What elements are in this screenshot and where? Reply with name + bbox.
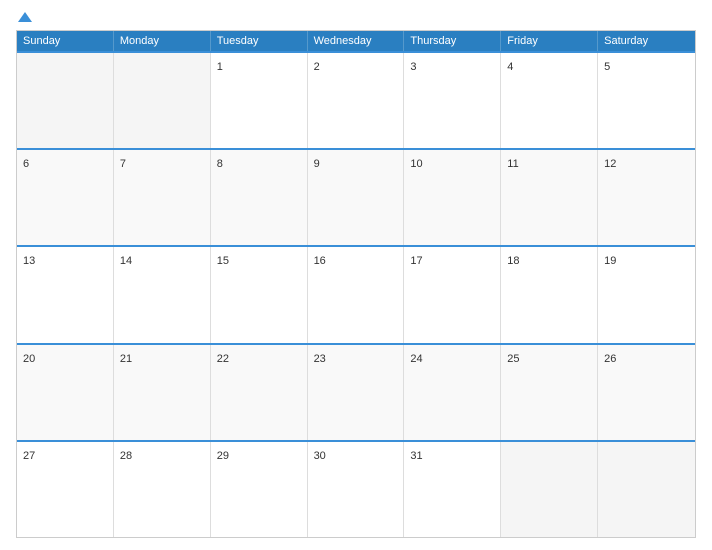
day-number: 3 (410, 61, 416, 73)
day-header-tuesday: Tuesday (211, 31, 308, 51)
day-cell: 13 (17, 247, 114, 342)
day-header-monday: Monday (114, 31, 211, 51)
day-number: 1 (217, 61, 223, 73)
day-headers-row: SundayMondayTuesdayWednesdayThursdayFrid… (17, 31, 695, 51)
day-cell: 20 (17, 345, 114, 440)
day-cell: 12 (598, 150, 695, 245)
day-number: 25 (507, 353, 519, 365)
day-number: 2 (314, 61, 320, 73)
day-number: 23 (314, 353, 326, 365)
header (16, 12, 696, 22)
day-header-wednesday: Wednesday (308, 31, 405, 51)
day-cell: 8 (211, 150, 308, 245)
day-number: 27 (23, 450, 35, 462)
day-cell (17, 53, 114, 148)
day-cell (501, 442, 598, 537)
day-cell: 16 (308, 247, 405, 342)
weeks-container: 1234567891011121314151617181920212223242… (17, 51, 695, 537)
day-cell: 5 (598, 53, 695, 148)
day-cell: 27 (17, 442, 114, 537)
day-cell: 19 (598, 247, 695, 342)
day-header-sunday: Sunday (17, 31, 114, 51)
day-cell: 18 (501, 247, 598, 342)
day-cell: 21 (114, 345, 211, 440)
day-number: 10 (410, 158, 422, 170)
day-cell: 30 (308, 442, 405, 537)
day-header-thursday: Thursday (404, 31, 501, 51)
day-cell: 7 (114, 150, 211, 245)
day-cell: 23 (308, 345, 405, 440)
day-number: 15 (217, 255, 229, 267)
week-row-2: 6 7 8 9 10 11 12 (17, 148, 695, 245)
day-number: 4 (507, 61, 513, 73)
week-row-5: 27 28 29 30 31 (17, 440, 695, 537)
day-cell: 9 (308, 150, 405, 245)
day-number: 28 (120, 450, 132, 462)
day-number: 16 (314, 255, 326, 267)
day-cell: 14 (114, 247, 211, 342)
day-cell: 24 (404, 345, 501, 440)
day-cell: 2 (308, 53, 405, 148)
day-number: 26 (604, 353, 616, 365)
day-cell: 6 (17, 150, 114, 245)
logo-triangle-icon (18, 12, 32, 22)
page: SundayMondayTuesdayWednesdayThursdayFrid… (0, 0, 712, 550)
day-number: 11 (507, 158, 518, 170)
day-number: 20 (23, 353, 35, 365)
day-number: 9 (314, 158, 320, 170)
day-cell: 28 (114, 442, 211, 537)
day-cell: 17 (404, 247, 501, 342)
day-header-saturday: Saturday (598, 31, 695, 51)
day-number: 8 (217, 158, 223, 170)
day-number: 22 (217, 353, 229, 365)
calendar: SundayMondayTuesdayWednesdayThursdayFrid… (16, 30, 696, 538)
day-cell: 4 (501, 53, 598, 148)
day-cell: 25 (501, 345, 598, 440)
week-row-3: 13 14 15 16 17 18 19 (17, 245, 695, 342)
day-number: 5 (604, 61, 610, 73)
day-cell: 26 (598, 345, 695, 440)
day-number: 14 (120, 255, 132, 267)
day-number: 17 (410, 255, 422, 267)
day-number: 31 (410, 450, 422, 462)
day-cell: 15 (211, 247, 308, 342)
day-cell: 10 (404, 150, 501, 245)
logo (16, 12, 32, 22)
day-cell (598, 442, 695, 537)
day-cell (114, 53, 211, 148)
day-cell: 1 (211, 53, 308, 148)
day-header-friday: Friday (501, 31, 598, 51)
day-number: 30 (314, 450, 326, 462)
week-row-1: 1 2 3 4 5 (17, 51, 695, 148)
day-number: 18 (507, 255, 519, 267)
day-cell: 31 (404, 442, 501, 537)
day-number: 6 (23, 158, 29, 170)
day-number: 7 (120, 158, 126, 170)
day-number: 21 (120, 353, 132, 365)
day-cell: 29 (211, 442, 308, 537)
day-number: 29 (217, 450, 229, 462)
day-number: 19 (604, 255, 616, 267)
day-cell: 22 (211, 345, 308, 440)
day-number: 13 (23, 255, 35, 267)
day-cell: 11 (501, 150, 598, 245)
day-number: 12 (604, 158, 616, 170)
day-number: 24 (410, 353, 422, 365)
day-cell: 3 (404, 53, 501, 148)
week-row-4: 20 21 22 23 24 25 26 (17, 343, 695, 440)
